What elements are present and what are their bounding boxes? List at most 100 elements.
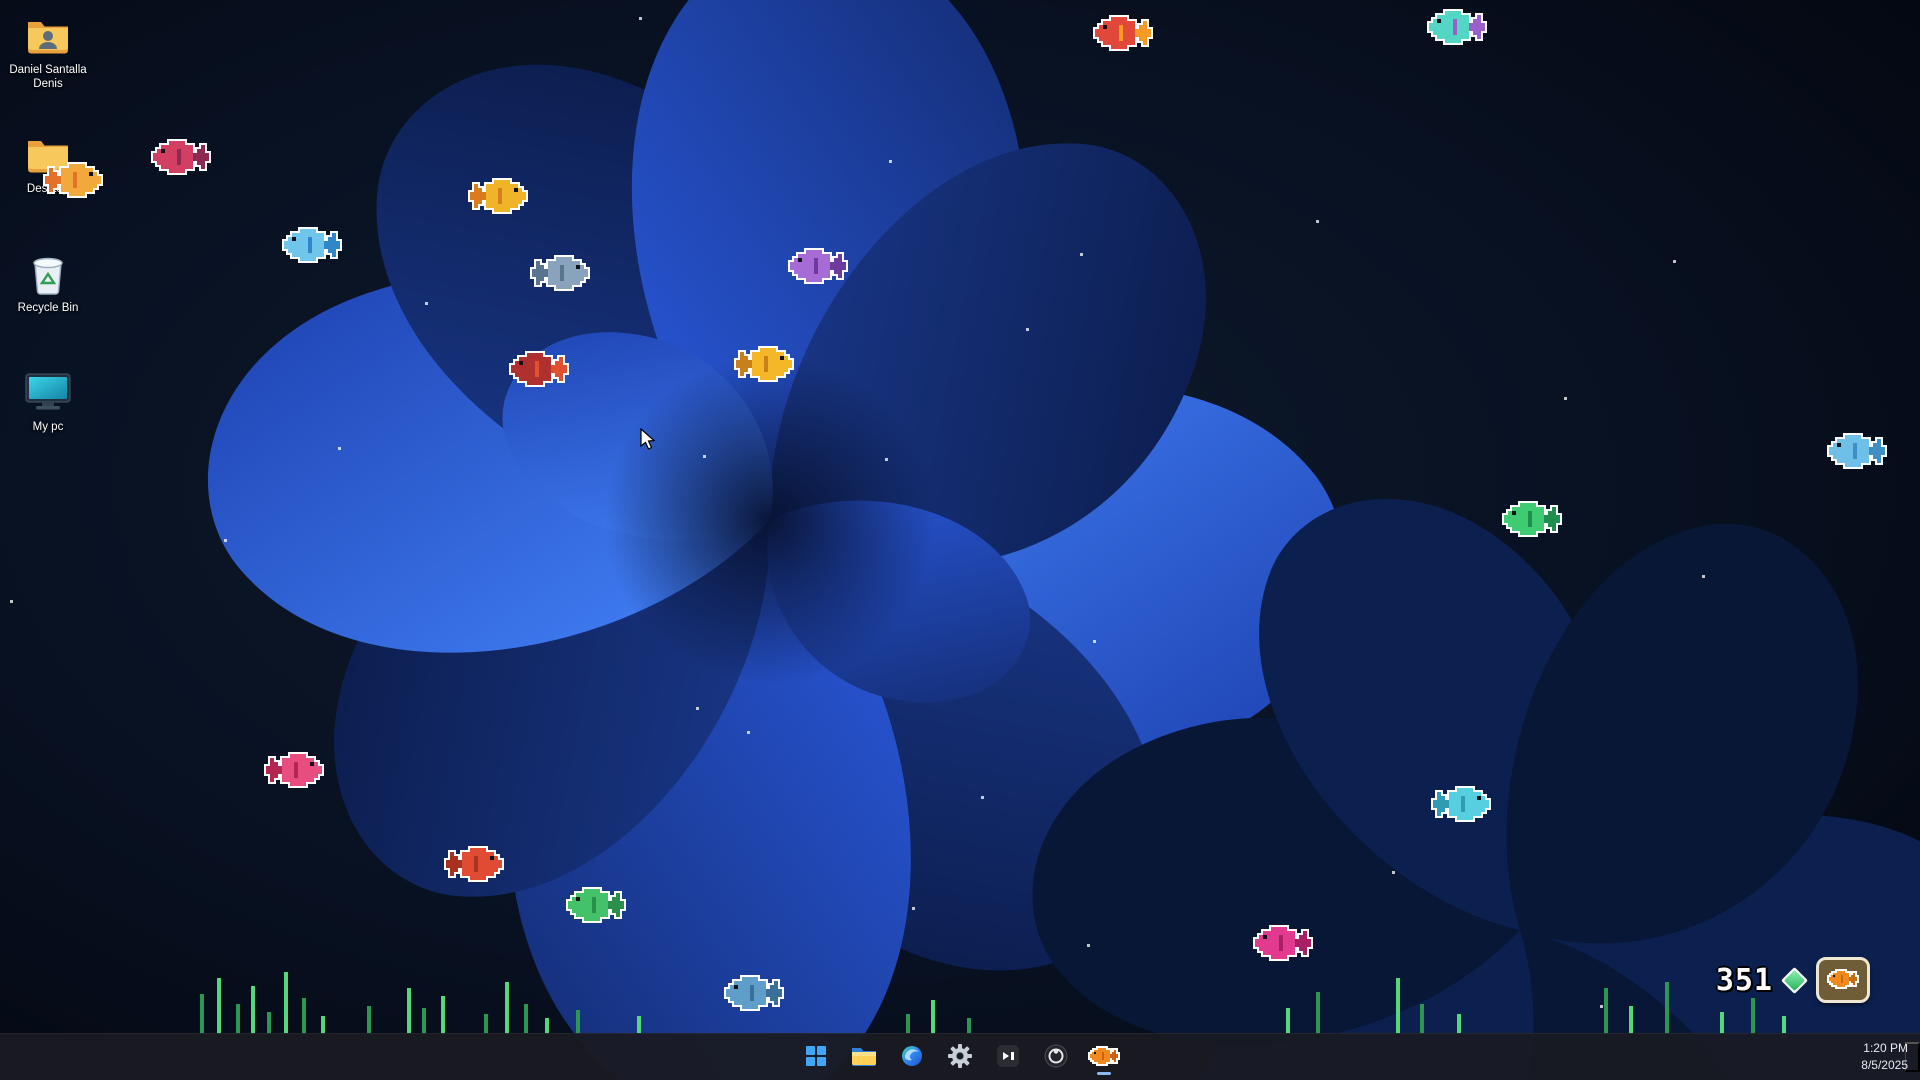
fish-sprite[interactable] xyxy=(470,180,526,217)
bubble-particle xyxy=(1673,260,1676,263)
taskbar-obs-button[interactable] xyxy=(1034,1037,1078,1077)
start-icon xyxy=(804,1044,828,1071)
seaweed-sprite xyxy=(267,1012,271,1034)
seaweed-sprite xyxy=(545,1018,549,1034)
bubble-particle xyxy=(1392,871,1395,874)
clock-time: 1:20 PM xyxy=(1861,1040,1908,1057)
taskbar-capcut-button[interactable] xyxy=(986,1037,1030,1077)
fish-sprite[interactable] xyxy=(446,848,502,885)
bubble-particle xyxy=(425,302,428,305)
explorer-icon xyxy=(851,1044,877,1071)
seaweed-sprite xyxy=(505,982,509,1034)
seaweed-sprite xyxy=(906,1014,910,1034)
fish-sprite[interactable] xyxy=(1095,17,1151,54)
seaweed-sprite xyxy=(367,1006,371,1034)
bubble-particle xyxy=(639,17,642,20)
seaweed-sprite xyxy=(1396,978,1400,1034)
fish-sprite[interactable] xyxy=(532,257,588,294)
fish-sprite[interactable] xyxy=(726,977,782,1014)
taskbar-settings-button[interactable] xyxy=(938,1037,982,1077)
bubble-particle xyxy=(703,455,706,458)
fish-shop-button[interactable] xyxy=(1816,957,1870,1003)
seaweed-sprite xyxy=(967,1018,971,1034)
bubble-particle xyxy=(747,731,750,734)
bubble-particle xyxy=(1600,1005,1603,1008)
bubble-particle xyxy=(1564,397,1567,400)
bubble-particle xyxy=(889,160,892,163)
taskbar-clock[interactable]: 1:20 PM 8/5/2025 xyxy=(1861,1040,1908,1074)
show-desktop-button[interactable] xyxy=(1905,1042,1920,1072)
taskbar: 1:20 PM 8/5/2025 xyxy=(0,1033,1920,1080)
seaweed-sprite xyxy=(441,996,445,1034)
seaweed-sprite xyxy=(1665,982,1669,1034)
capcut-icon xyxy=(996,1044,1020,1071)
bubble-particle xyxy=(1026,328,1029,331)
seaweed-sprite xyxy=(1420,1004,1424,1034)
fish-sprite[interactable] xyxy=(45,164,101,201)
bubble-particle xyxy=(1093,640,1096,643)
fish-sprite[interactable] xyxy=(1433,788,1489,825)
seaweed-sprite xyxy=(576,1010,580,1034)
edge-icon xyxy=(900,1044,924,1071)
bubble-particle xyxy=(1316,220,1319,223)
seaweed-sprite xyxy=(200,994,204,1034)
bubble-particle xyxy=(10,600,13,603)
bubble-particle xyxy=(224,539,227,542)
settings-icon xyxy=(948,1044,972,1071)
seaweed-sprite xyxy=(302,998,306,1034)
seaweed-sprite xyxy=(1286,1008,1290,1034)
fish-app-icon xyxy=(1090,1048,1118,1067)
fish-sprite[interactable] xyxy=(266,754,322,791)
bubble-particle xyxy=(981,796,984,799)
bubble-particle xyxy=(1080,253,1083,256)
seaweed-sprite xyxy=(931,1000,935,1034)
bubble-particle xyxy=(912,907,915,910)
bubble-particle xyxy=(1087,944,1090,947)
fish-sprite[interactable] xyxy=(284,229,340,266)
seaweed-sprite xyxy=(1457,1014,1461,1034)
seaweed-sprite xyxy=(1629,1006,1633,1034)
seaweed-sprite xyxy=(1316,992,1320,1034)
seaweed-sprite xyxy=(1751,998,1755,1034)
seaweed-sprite xyxy=(217,978,221,1034)
gem-icon xyxy=(1784,969,1805,990)
bubble-particle xyxy=(885,458,888,461)
aquarium-counter: 351 xyxy=(1716,957,1870,1003)
fish-sprite[interactable] xyxy=(1429,11,1485,48)
seaweed-sprite xyxy=(524,1004,528,1034)
taskbar-icons xyxy=(794,1037,1126,1077)
fish-sprite[interactable] xyxy=(1255,927,1311,964)
bubble-particle xyxy=(696,707,699,710)
seaweed-sprite xyxy=(407,988,411,1034)
fish-sprite[interactable] xyxy=(736,348,792,385)
desktop: Daniel Santalla Denis Desktop Recycle Bi… xyxy=(0,0,1920,1080)
fish-icon xyxy=(1829,971,1857,990)
seaweed-sprite xyxy=(1782,1016,1786,1034)
fish-sprite[interactable] xyxy=(568,889,624,926)
seaweed-sprite xyxy=(484,1014,488,1034)
fish-sprite[interactable] xyxy=(1829,435,1885,472)
fish-sprite[interactable] xyxy=(511,353,567,390)
taskbar-fish-app-button[interactable] xyxy=(1082,1037,1126,1077)
taskbar-edge-button[interactable] xyxy=(890,1037,934,1077)
fish-layer xyxy=(0,0,1920,1080)
taskbar-start-button[interactable] xyxy=(794,1037,838,1077)
fish-sprite[interactable] xyxy=(1504,503,1560,540)
seaweed-sprite xyxy=(637,1016,641,1034)
seaweed-sprite xyxy=(1604,988,1608,1034)
seaweed-sprite xyxy=(422,1008,426,1034)
bubble-particle xyxy=(1702,575,1705,578)
fish-sprite[interactable] xyxy=(790,250,846,287)
seaweed-sprite xyxy=(284,972,288,1034)
seaweed-sprite xyxy=(236,1004,240,1034)
clock-date: 8/5/2025 xyxy=(1861,1057,1908,1074)
bubble-particle xyxy=(338,447,341,450)
coin-count: 351 xyxy=(1716,963,1773,998)
active-app-indicator xyxy=(1097,1072,1111,1075)
seaweed-sprite xyxy=(1720,1012,1724,1034)
fish-sprite[interactable] xyxy=(153,141,209,178)
obs-icon xyxy=(1044,1044,1068,1071)
taskbar-explorer-button[interactable] xyxy=(842,1037,886,1077)
seaweed-sprite xyxy=(321,1016,325,1034)
seaweed-sprite xyxy=(251,986,255,1034)
